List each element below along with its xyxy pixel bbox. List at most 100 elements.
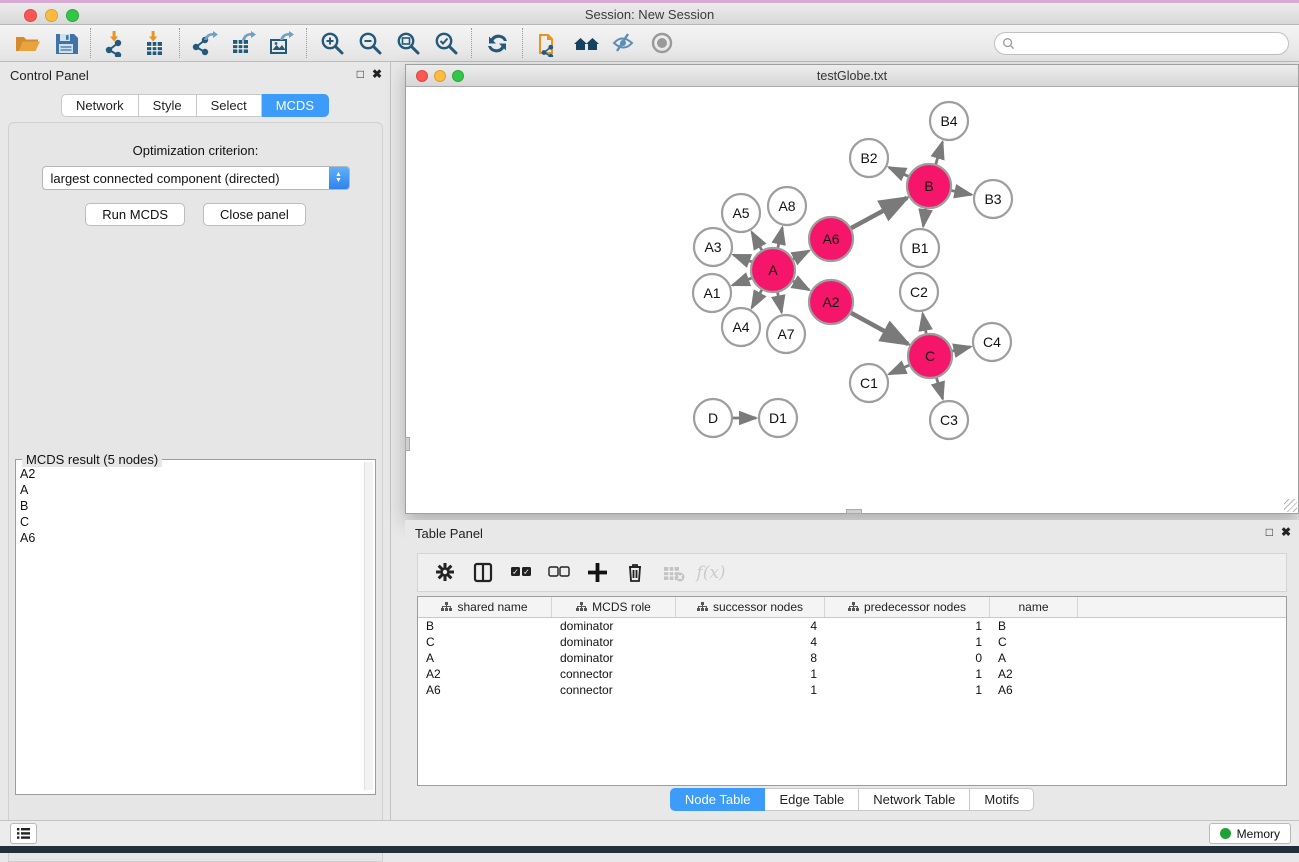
memory-button[interactable]: Memory xyxy=(1209,823,1291,844)
network-graph-canvas[interactable]: AA1A2A3A4A5A6A7A8BB1B2B3B4CC1C2C3C4DD1 xyxy=(407,88,1297,512)
graph-node-C3[interactable]: C3 xyxy=(930,401,968,439)
edge-C-C1[interactable] xyxy=(889,365,910,374)
graph-node-A8[interactable]: A8 xyxy=(768,187,806,225)
create-column-button[interactable] xyxy=(580,558,614,588)
graph-node-D1[interactable]: D1 xyxy=(759,399,797,437)
export-network-button[interactable] xyxy=(186,27,224,59)
mcds-result-item[interactable]: A xyxy=(20,482,361,498)
import-table-button[interactable] xyxy=(135,27,173,59)
show-columns-button[interactable] xyxy=(466,558,500,588)
tab-select[interactable]: Select xyxy=(197,94,262,117)
edge-C-C4[interactable] xyxy=(952,347,971,351)
graph-node-A[interactable]: A xyxy=(751,248,795,292)
tab-motifs[interactable]: Motifs xyxy=(970,788,1034,811)
edge-A-A4[interactable] xyxy=(752,289,762,308)
bottom-grip-handle[interactable] xyxy=(846,509,862,514)
first-neighbors-button[interactable] xyxy=(567,27,605,59)
tab-node-table[interactable]: Node Table xyxy=(670,788,766,811)
tab-edge-table[interactable]: Edge Table xyxy=(765,788,859,811)
select-all-columns-button[interactable]: ✓✓ xyxy=(504,558,538,588)
graph-node-B3[interactable]: B3 xyxy=(974,180,1012,218)
zoom-selected-button[interactable] xyxy=(427,27,465,59)
graph-node-D[interactable]: D xyxy=(694,399,732,437)
zoom-out-button[interactable] xyxy=(351,27,389,59)
edge-B-B2[interactable] xyxy=(889,167,909,176)
table-row[interactable]: Adominator80A xyxy=(418,650,1286,666)
result-scrollbar[interactable] xyxy=(364,462,373,790)
table-row[interactable]: Bdominator41B xyxy=(418,618,1286,634)
tab-mcds[interactable]: MCDS xyxy=(262,94,329,117)
graph-node-A2[interactable]: A2 xyxy=(809,280,853,324)
node-table[interactable]: shared nameMCDS rolesuccessor nodesprede… xyxy=(417,596,1287,786)
mcds-result-item[interactable]: A2 xyxy=(20,466,361,482)
mcds-result-item[interactable]: B xyxy=(20,498,361,514)
graph-node-A6[interactable]: A6 xyxy=(809,217,853,261)
edge-A-A6[interactable] xyxy=(792,251,809,260)
search-box[interactable] xyxy=(994,32,1289,55)
hide-selected-button[interactable] xyxy=(605,27,643,59)
graph-node-A1[interactable]: A1 xyxy=(693,274,731,312)
left-grip-handle[interactable] xyxy=(405,437,410,451)
table-row[interactable]: A6connector11A6 xyxy=(418,682,1286,698)
column-header-MCDS-role[interactable]: MCDS role xyxy=(552,597,676,617)
graph-node-A4[interactable]: A4 xyxy=(722,308,760,346)
close-panel-icon[interactable]: ✖ xyxy=(372,67,382,81)
edge-C-C2[interactable] xyxy=(923,314,927,335)
column-header-shared-name[interactable]: shared name xyxy=(418,597,552,617)
edge-A6-B[interactable] xyxy=(850,198,907,229)
zoom-in-button[interactable] xyxy=(313,27,351,59)
save-session-button[interactable] xyxy=(46,27,84,59)
network-window-titlebar[interactable]: testGlobe.txt xyxy=(406,65,1298,87)
edge-A2-C[interactable] xyxy=(850,313,908,345)
show-all-button[interactable] xyxy=(643,27,681,59)
mcds-result-list[interactable]: A2ABCA6 xyxy=(20,466,361,792)
table-row[interactable]: A2connector11A2 xyxy=(418,666,1286,682)
tab-network-table[interactable]: Network Table xyxy=(859,788,970,811)
search-input[interactable] xyxy=(1015,37,1288,51)
mcds-result-item[interactable]: A6 xyxy=(20,530,361,546)
column-header-successor-nodes[interactable]: successor nodes xyxy=(676,597,825,617)
edge-B-B1[interactable] xyxy=(923,208,926,226)
import-network-button[interactable] xyxy=(97,27,135,59)
table-row[interactable]: Cdominator41C xyxy=(418,634,1286,650)
float-panel-icon[interactable]: □ xyxy=(357,67,364,81)
mcds-result-item[interactable]: C xyxy=(20,514,361,530)
graph-node-B[interactable]: B xyxy=(907,164,951,208)
graph-node-C4[interactable]: C4 xyxy=(973,323,1011,361)
edge-A-A2[interactable] xyxy=(792,281,809,290)
column-header-name[interactable]: name xyxy=(990,597,1078,617)
refresh-button[interactable] xyxy=(478,27,516,59)
criterion-dropdown[interactable]: largest connected component (directed) ▲… xyxy=(42,166,350,190)
new-network-from-selection-button[interactable] xyxy=(529,27,567,59)
edge-A-A8[interactable] xyxy=(778,228,783,249)
graph-node-A5[interactable]: A5 xyxy=(722,194,760,232)
open-session-button[interactable] xyxy=(8,27,46,59)
edge-A-A5[interactable] xyxy=(752,232,762,251)
export-image-button[interactable] xyxy=(262,27,300,59)
graph-node-B2[interactable]: B2 xyxy=(850,139,888,177)
edge-A-A1[interactable] xyxy=(733,278,753,285)
run-mcds-button[interactable]: Run MCDS xyxy=(85,203,185,226)
column-header-predecessor-nodes[interactable]: predecessor nodes xyxy=(825,597,990,617)
close-panel-button[interactable]: Close panel xyxy=(203,203,306,226)
graph-node-A3[interactable]: A3 xyxy=(694,228,732,266)
edge-C-C3[interactable] xyxy=(936,377,942,399)
deselect-all-columns-button[interactable] xyxy=(542,558,576,588)
graph-node-C[interactable]: C xyxy=(908,334,952,378)
tab-network[interactable]: Network xyxy=(61,94,139,117)
close-table-panel-icon[interactable]: ✖ xyxy=(1281,525,1291,539)
zoom-fit-button[interactable] xyxy=(389,27,427,59)
task-history-button[interactable] xyxy=(10,823,37,844)
edge-B-B4[interactable] xyxy=(936,142,943,165)
edge-A-A7[interactable] xyxy=(777,292,781,313)
export-table-button[interactable] xyxy=(224,27,262,59)
tab-style[interactable]: Style xyxy=(139,94,197,117)
graph-node-B1[interactable]: B1 xyxy=(901,229,939,267)
edge-A-A3[interactable] xyxy=(734,255,753,262)
graph-node-A7[interactable]: A7 xyxy=(767,315,805,353)
float-table-panel-icon[interactable]: □ xyxy=(1266,525,1273,539)
graph-node-B4[interactable]: B4 xyxy=(930,102,968,140)
resize-corner-handle[interactable] xyxy=(1284,499,1297,512)
graph-node-C1[interactable]: C1 xyxy=(850,364,888,402)
delete-column-button[interactable] xyxy=(618,558,652,588)
